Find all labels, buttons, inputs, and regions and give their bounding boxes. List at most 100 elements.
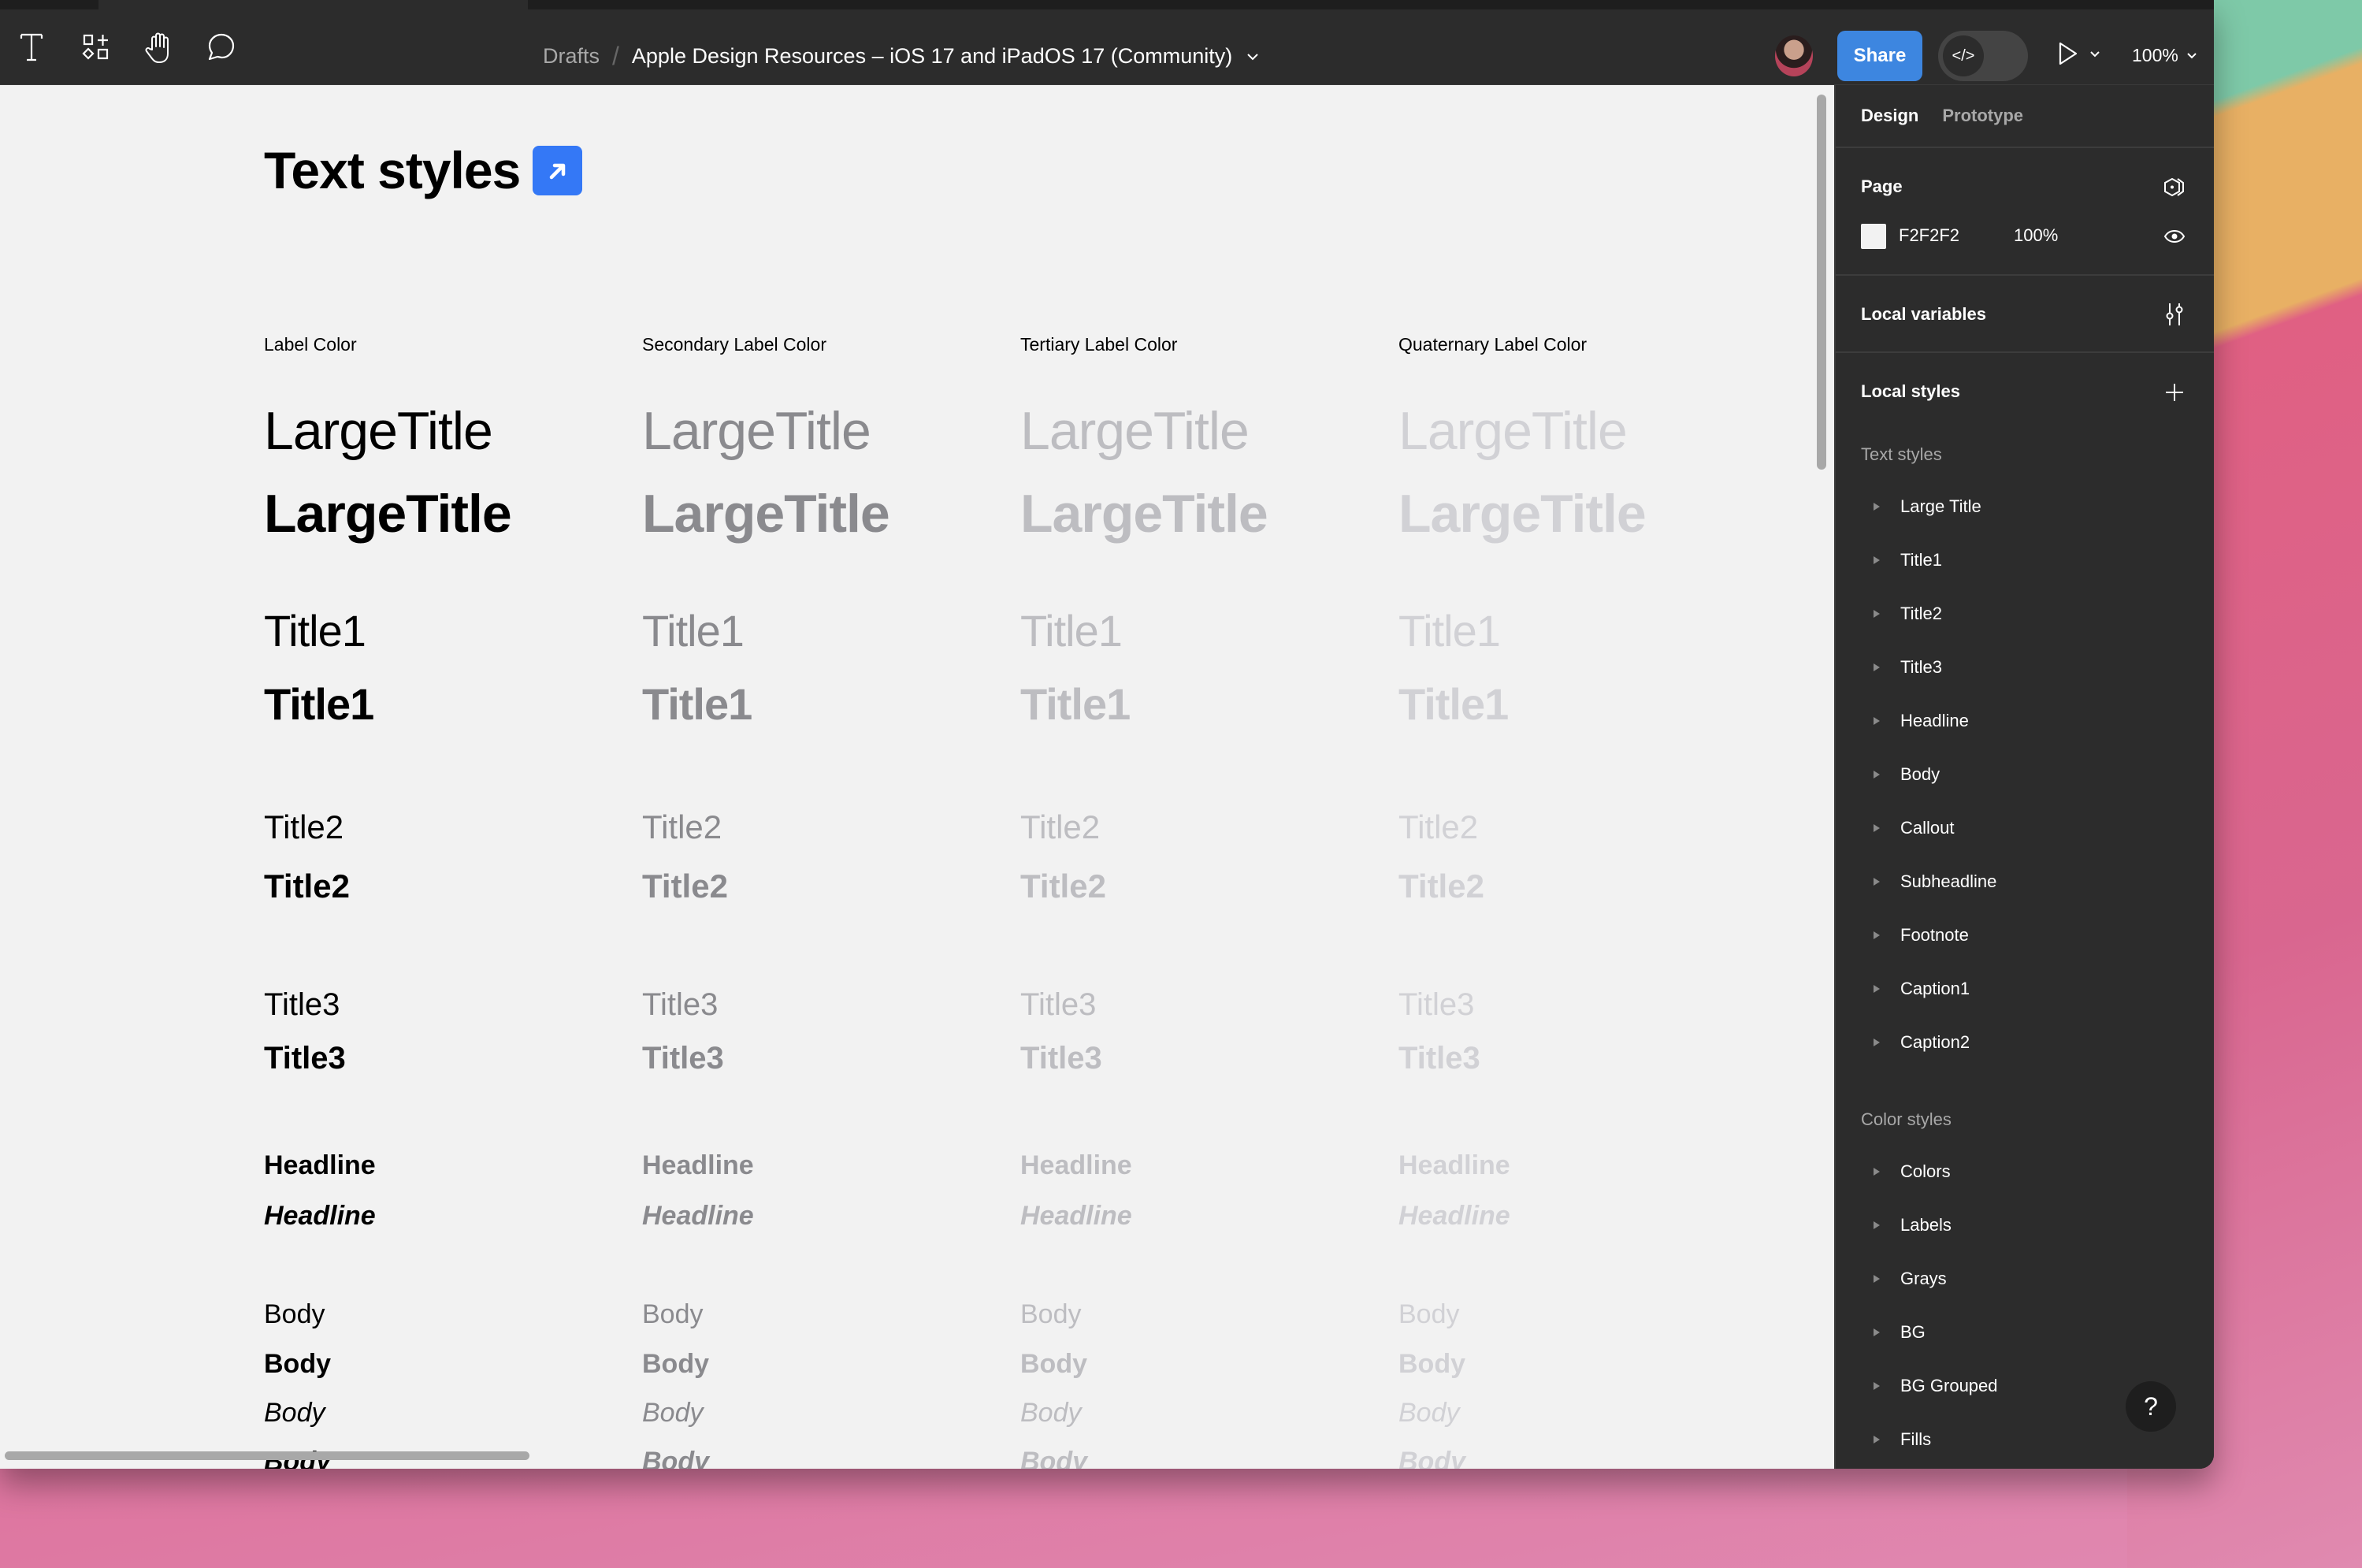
page-fill-opacity[interactable]: 100% bbox=[2014, 225, 2058, 246]
help-button[interactable]: ? bbox=[2126, 1381, 2176, 1432]
text-style-sample[interactable]: Title2 bbox=[1020, 808, 1100, 846]
breadcrumb-drafts-link[interactable]: Drafts bbox=[543, 44, 600, 69]
style-list-item[interactable]: BG Grouped bbox=[1861, 1370, 1998, 1402]
text-style-sample[interactable]: Body bbox=[642, 1398, 704, 1429]
text-style-sample[interactable]: Title1 bbox=[1398, 605, 1501, 656]
present-button[interactable] bbox=[2058, 41, 2100, 66]
local-variables-button[interactable] bbox=[2160, 300, 2189, 329]
style-list-item[interactable]: Title1 bbox=[1861, 544, 1942, 576]
dev-mode-toggle[interactable]: </> bbox=[1938, 31, 2028, 81]
text-style-sample[interactable]: Headline bbox=[264, 1150, 376, 1181]
style-list-item[interactable]: Colors bbox=[1861, 1156, 1951, 1187]
expand-triangle-icon[interactable] bbox=[1874, 1436, 1880, 1444]
horizontal-scrollbar[interactable] bbox=[5, 1451, 529, 1460]
expand-triangle-icon[interactable] bbox=[1874, 556, 1880, 564]
text-style-sample[interactable]: Title2 bbox=[1398, 808, 1478, 846]
style-list-item[interactable]: Large Title bbox=[1861, 491, 1981, 522]
text-style-sample[interactable]: Title1 bbox=[1020, 678, 1131, 730]
text-style-sample[interactable]: Title2 bbox=[264, 808, 344, 846]
text-style-sample[interactable]: Headline bbox=[264, 1201, 376, 1232]
text-style-sample[interactable]: Body bbox=[1398, 1447, 1465, 1469]
tab-prototype[interactable]: Prototype bbox=[1942, 106, 2023, 126]
page-fill-hex[interactable]: F2F2F2 bbox=[1899, 225, 1959, 246]
text-style-sample[interactable]: Body bbox=[264, 1349, 331, 1380]
text-style-sample[interactable]: LargeTitle bbox=[1398, 483, 1647, 544]
text-style-sample[interactable]: Body bbox=[1020, 1349, 1087, 1380]
text-style-sample[interactable]: Title2 bbox=[642, 868, 728, 905]
expand-triangle-icon[interactable] bbox=[1874, 985, 1880, 993]
text-style-sample[interactable]: Title1 bbox=[264, 605, 366, 656]
style-list-item[interactable]: Caption1 bbox=[1861, 973, 1970, 1005]
expand-triangle-icon[interactable] bbox=[1874, 878, 1880, 886]
text-style-sample[interactable]: Title3 bbox=[1398, 1041, 1480, 1076]
expand-triangle-icon[interactable] bbox=[1874, 1382, 1880, 1390]
text-style-sample[interactable]: Headline bbox=[1398, 1150, 1510, 1181]
style-list-item[interactable]: Subheadline bbox=[1861, 866, 1996, 897]
text-style-sample[interactable]: Body bbox=[1398, 1398, 1460, 1429]
expand-triangle-icon[interactable] bbox=[1874, 610, 1880, 618]
text-style-sample[interactable]: Title1 bbox=[642, 678, 752, 730]
comment-tool-button[interactable] bbox=[201, 27, 242, 68]
text-style-sample[interactable]: Title2 bbox=[264, 868, 350, 905]
tab-design[interactable]: Design bbox=[1861, 106, 1918, 126]
style-list-item[interactable]: Title3 bbox=[1861, 652, 1942, 683]
style-list-item[interactable]: Fills bbox=[1861, 1424, 1931, 1455]
text-style-sample[interactable]: Title1 bbox=[264, 678, 374, 730]
text-style-sample[interactable]: LargeTitle bbox=[264, 483, 512, 544]
style-list-item[interactable]: Labels bbox=[1861, 1209, 1952, 1241]
open-link-button[interactable] bbox=[533, 146, 582, 195]
text-style-sample[interactable]: LargeTitle bbox=[1020, 483, 1268, 544]
text-style-sample[interactable]: Title3 bbox=[1398, 987, 1474, 1023]
text-style-sample[interactable]: Title3 bbox=[264, 987, 340, 1023]
text-style-sample[interactable]: Headline bbox=[642, 1150, 754, 1181]
file-name[interactable]: Apple Design Resources – iOS 17 and iPad… bbox=[632, 44, 1232, 69]
style-list-item[interactable]: Grays bbox=[1861, 1263, 1947, 1295]
text-style-sample[interactable]: Body bbox=[1020, 1447, 1087, 1469]
text-style-sample[interactable]: Body bbox=[642, 1349, 709, 1380]
page-settings-button[interactable] bbox=[2160, 173, 2189, 202]
text-style-sample[interactable]: Title2 bbox=[1020, 868, 1106, 905]
expand-triangle-icon[interactable] bbox=[1874, 1275, 1880, 1283]
style-list-item[interactable]: Footnote bbox=[1861, 920, 1969, 951]
text-style-sample[interactable]: Body bbox=[642, 1447, 709, 1469]
text-style-sample[interactable]: Title1 bbox=[1020, 605, 1123, 656]
text-style-sample[interactable]: Headline bbox=[1020, 1150, 1132, 1181]
text-style-sample[interactable]: Title3 bbox=[642, 987, 718, 1023]
text-style-sample[interactable]: Body bbox=[264, 1299, 325, 1330]
active-file-tab[interactable] bbox=[98, 0, 528, 9]
text-style-sample[interactable]: Title2 bbox=[1398, 868, 1484, 905]
style-list-item[interactable]: Caption2 bbox=[1861, 1027, 1970, 1058]
style-list-item[interactable]: Headline bbox=[1861, 705, 1969, 737]
text-style-sample[interactable]: Headline bbox=[1398, 1201, 1510, 1232]
text-style-sample[interactable]: LargeTitle bbox=[1020, 400, 1250, 462]
text-style-sample[interactable]: Title3 bbox=[642, 1041, 724, 1076]
style-list-item[interactable]: Title2 bbox=[1861, 598, 1942, 630]
expand-triangle-icon[interactable] bbox=[1874, 717, 1880, 725]
expand-triangle-icon[interactable] bbox=[1874, 931, 1880, 939]
text-style-sample[interactable]: Title3 bbox=[1020, 1041, 1102, 1076]
toggle-visibility-button[interactable] bbox=[2160, 222, 2189, 251]
text-style-sample[interactable]: Body bbox=[1020, 1398, 1082, 1429]
expand-triangle-icon[interactable] bbox=[1874, 1039, 1880, 1046]
local-variables-title[interactable]: Local variables bbox=[1861, 304, 1986, 325]
page-fill-swatch[interactable] bbox=[1861, 224, 1886, 249]
text-style-sample[interactable]: Title2 bbox=[642, 808, 722, 846]
zoom-menu[interactable]: 100% bbox=[2132, 41, 2197, 69]
expand-triangle-icon[interactable] bbox=[1874, 1168, 1880, 1176]
expand-triangle-icon[interactable] bbox=[1874, 1328, 1880, 1336]
style-list-item[interactable]: Callout bbox=[1861, 812, 1954, 844]
text-style-sample[interactable]: Title3 bbox=[1020, 987, 1096, 1023]
expand-triangle-icon[interactable] bbox=[1874, 663, 1880, 671]
text-tool-button[interactable] bbox=[11, 27, 52, 68]
text-style-sample[interactable]: Headline bbox=[642, 1201, 754, 1232]
expand-triangle-icon[interactable] bbox=[1874, 824, 1880, 832]
design-canvas[interactable]: Text styles Label Color Secondary Label C… bbox=[0, 85, 1834, 1469]
text-style-sample[interactable]: Title1 bbox=[1398, 678, 1509, 730]
add-style-button[interactable] bbox=[2160, 378, 2189, 407]
text-style-sample[interactable]: LargeTitle bbox=[1398, 400, 1628, 462]
user-avatar[interactable] bbox=[1775, 35, 1813, 76]
text-style-sample[interactable]: Title1 bbox=[642, 605, 745, 656]
text-style-sample[interactable]: Body bbox=[642, 1299, 704, 1330]
text-style-sample[interactable]: Headline bbox=[1020, 1201, 1132, 1232]
text-style-sample[interactable]: LargeTitle bbox=[264, 400, 493, 462]
